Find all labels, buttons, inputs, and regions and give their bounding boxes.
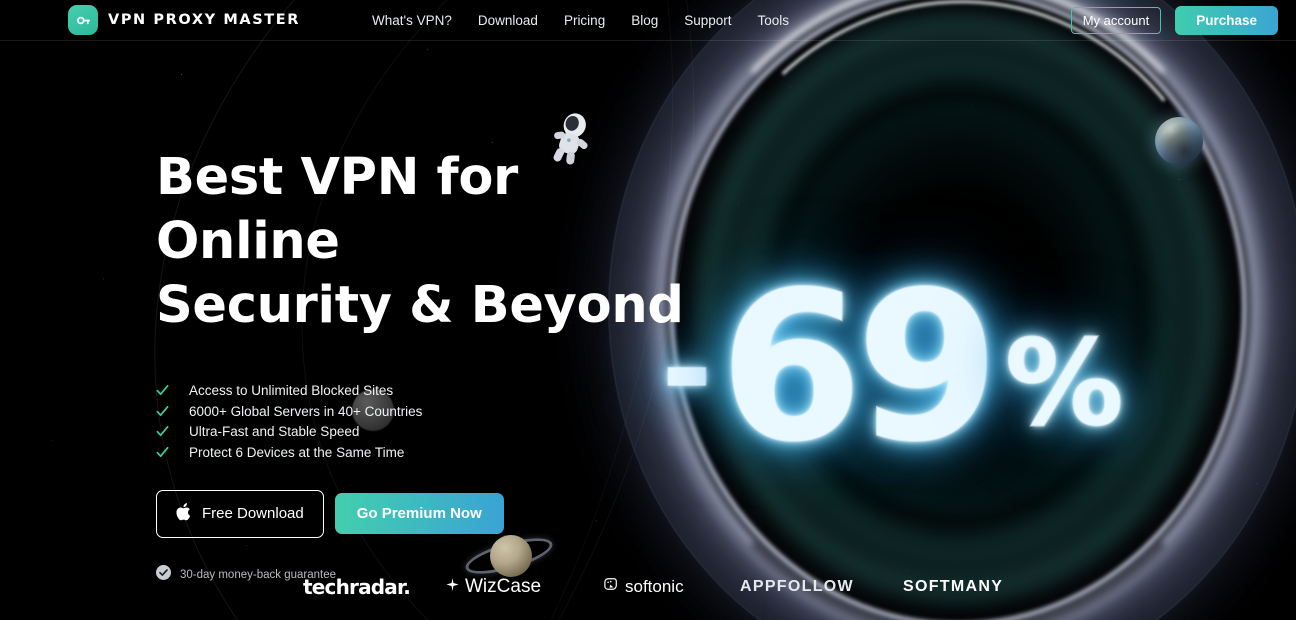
- page-root: - 69 % VPN PROXY MASTER What's VPN? Down…: [0, 0, 1296, 620]
- check-circle-icon: [156, 564, 171, 585]
- softonic-mark-icon: [602, 576, 619, 598]
- my-account-button[interactable]: My account: [1070, 6, 1162, 34]
- feature-label: Access to Unlimited Blocked Sites: [189, 383, 394, 399]
- check-icon: [156, 384, 169, 397]
- nav-item-pricing[interactable]: Pricing: [564, 13, 605, 28]
- partner-logo-softonic: softonic: [602, 576, 684, 598]
- free-download-label: Free Download: [202, 505, 304, 523]
- page-title: Best VPN for Online Security & Beyond: [156, 146, 716, 337]
- list-item: Ultra-Fast and Stable Speed: [156, 424, 716, 439]
- hero-heading-line-1: Best VPN for Online: [156, 148, 519, 271]
- feature-label: 6000+ Global Servers in 40+ Countries: [189, 403, 423, 419]
- partner-logo-wizcase: WizCase: [445, 576, 541, 598]
- discount-percent-sign: %: [1004, 314, 1124, 452]
- site-header: VPN PROXY MASTER What's VPN? Download Pr…: [0, 0, 1296, 41]
- earth-planet-icon: [1155, 117, 1203, 165]
- go-premium-button[interactable]: Go Premium Now: [334, 493, 504, 535]
- purchase-button[interactable]: Purchase: [1175, 5, 1278, 35]
- list-item: Protect 6 Devices at the Same Time: [156, 445, 716, 460]
- partner-logo-techradar: techradar.: [303, 575, 411, 599]
- check-icon: [156, 446, 169, 459]
- header-actions: My account Purchase: [1070, 5, 1278, 35]
- nav-item-blog[interactable]: Blog: [631, 13, 658, 28]
- main-navigation: What's VPN? Download Pricing Blog Suppor…: [372, 13, 789, 28]
- partner-label-wizcase: WizCase: [465, 576, 542, 597]
- feature-list: Access to Unlimited Blocked Sites 6000+ …: [156, 383, 716, 460]
- check-icon: [156, 425, 169, 438]
- check-icon: [156, 405, 169, 418]
- sparkle-icon: [445, 576, 460, 598]
- feature-label: Protect 6 Devices at the Same Time: [189, 444, 405, 460]
- free-download-button[interactable]: Free Download: [156, 489, 324, 538]
- apple-icon: [176, 502, 193, 526]
- hero-heading-line-2: Security & Beyond: [156, 275, 684, 335]
- brand-name: VPN PROXY MASTER: [108, 12, 301, 28]
- nav-item-tools[interactable]: Tools: [758, 13, 790, 28]
- nav-item-support[interactable]: Support: [684, 13, 731, 28]
- partner-label-softonic: softonic: [625, 577, 684, 596]
- list-item: 6000+ Global Servers in 40+ Countries: [156, 404, 716, 419]
- feature-label: Ultra-Fast and Stable Speed: [189, 424, 360, 440]
- key-icon: [68, 5, 98, 35]
- nav-item-download[interactable]: Download: [478, 13, 538, 28]
- hero-section: Best VPN for Online Security & Beyond Ac…: [156, 146, 716, 585]
- list-item: Access to Unlimited Blocked Sites: [156, 383, 716, 398]
- discount-amount: 69: [719, 248, 1000, 487]
- partner-logo-softmany: SOFTMANY: [903, 578, 1004, 595]
- partner-logo-appfollow: APPFOLLOW: [740, 578, 854, 595]
- brand-logo[interactable]: VPN PROXY MASTER: [68, 5, 300, 35]
- discount-neon-graphic: - 69 %: [661, 248, 1162, 487]
- cta-buttons: Free Download Go Premium Now: [156, 489, 716, 538]
- nav-item-whats-vpn[interactable]: What's VPN?: [372, 13, 452, 28]
